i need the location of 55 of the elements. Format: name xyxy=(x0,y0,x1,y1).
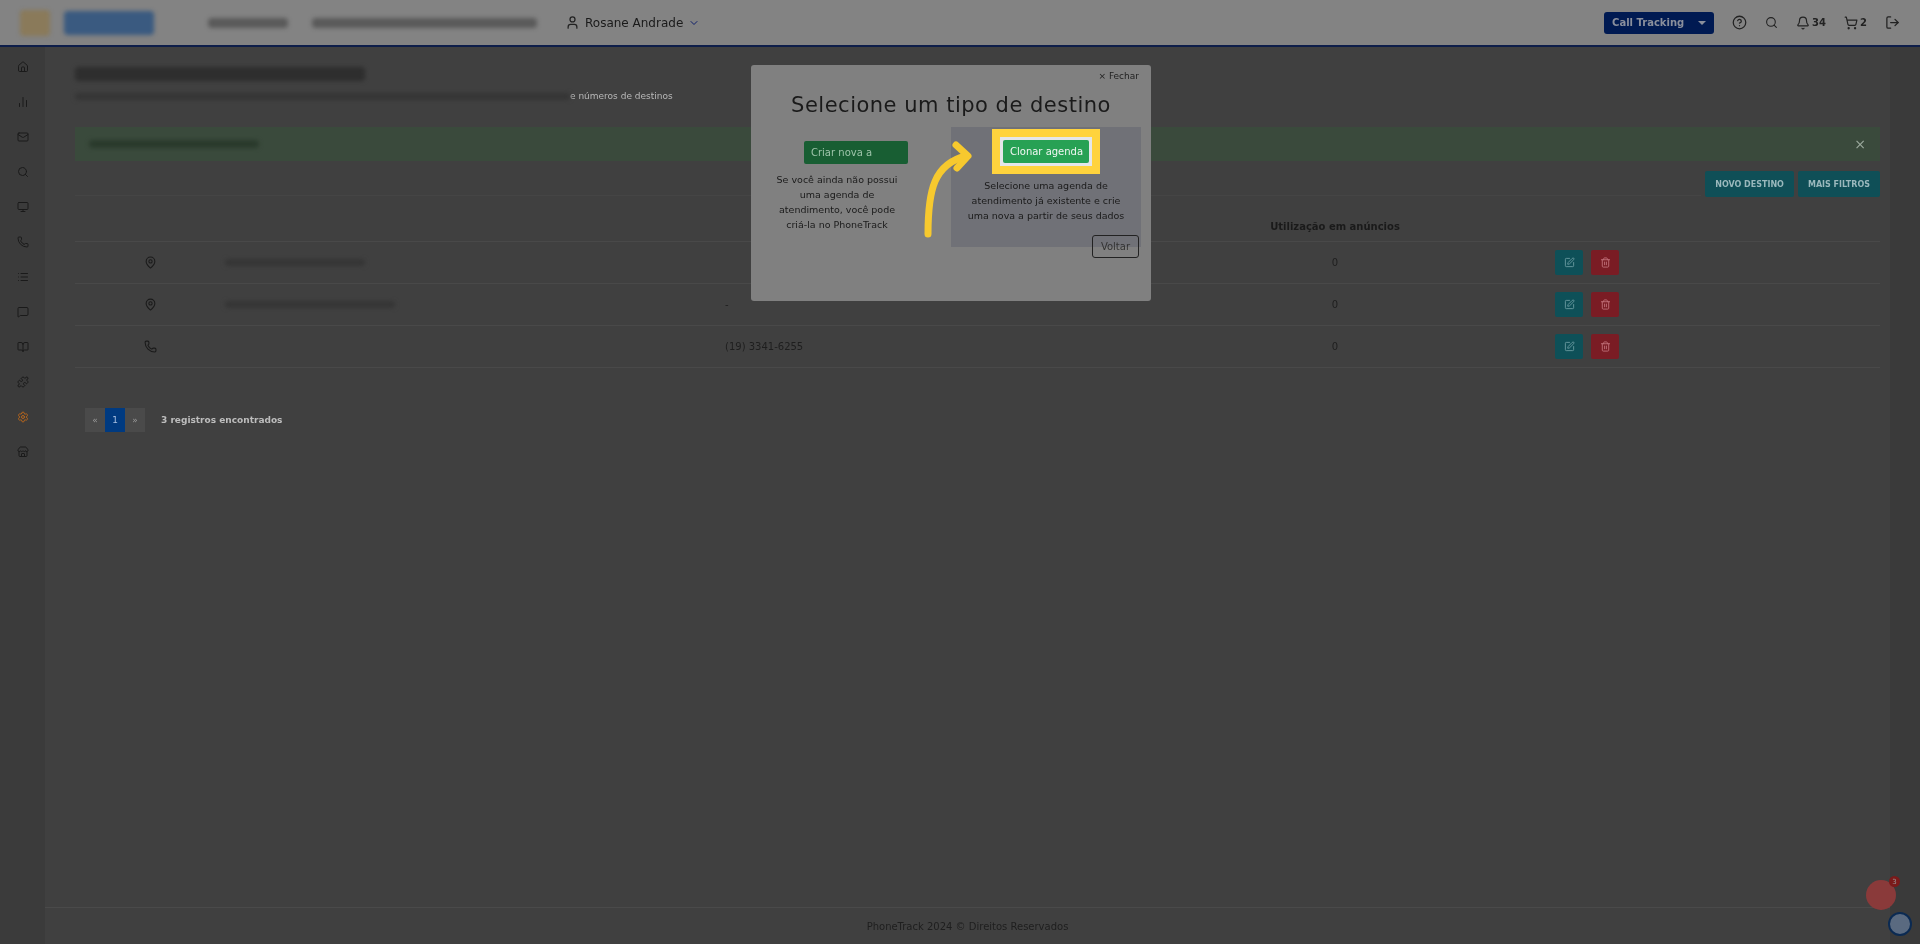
monitor-icon[interactable] xyxy=(16,201,29,213)
bell-icon[interactable] xyxy=(1796,15,1811,30)
trash-icon xyxy=(1599,341,1611,352)
puzzle-icon[interactable] xyxy=(16,376,29,388)
phone-icon xyxy=(143,340,157,353)
next-page-button[interactable]: » xyxy=(125,408,145,432)
mail-icon[interactable] xyxy=(16,131,29,143)
book-icon[interactable] xyxy=(16,341,29,353)
map-pin-icon xyxy=(143,298,157,311)
map-pin-icon xyxy=(143,256,157,269)
edit-icon xyxy=(1563,257,1575,268)
close-icon[interactable]: × xyxy=(1854,136,1866,152)
trash-icon xyxy=(1599,299,1611,310)
help-icon[interactable] xyxy=(1732,15,1748,30)
clone-agenda-button[interactable]: Clonar agenda xyxy=(1003,140,1089,163)
delete-button[interactable] xyxy=(1591,334,1619,359)
phone-icon[interactable] xyxy=(16,236,29,248)
delete-button[interactable] xyxy=(1591,250,1619,275)
create-agenda-button[interactable]: Criar nova a xyxy=(804,141,908,164)
logout-icon[interactable] xyxy=(1885,15,1900,30)
search-icon[interactable] xyxy=(1765,16,1779,29)
cart-count: 2 xyxy=(1860,17,1867,28)
option-description: Se você ainda não possui uma agenda de atendimento, você pode criá-la no PhoneTrack xyxy=(775,173,899,232)
page-subtitle: e números de destinos xyxy=(570,91,673,101)
back-button[interactable]: Voltar xyxy=(1091,235,1139,258)
records-count: 3 registros encontrados xyxy=(161,415,283,425)
previous-page-button[interactable]: « xyxy=(85,408,105,432)
delete-button[interactable] xyxy=(1591,292,1619,317)
home-icon[interactable] xyxy=(16,61,29,73)
trash-icon xyxy=(1599,257,1611,268)
edit-icon xyxy=(1563,299,1575,310)
edit-button[interactable] xyxy=(1555,292,1583,317)
new-destination-button[interactable]: NOVO DESTINO xyxy=(1705,171,1794,197)
page-button[interactable]: 1 xyxy=(105,408,125,432)
user-menu[interactable]: Rosane Andrade xyxy=(565,15,701,30)
edit-button[interactable] xyxy=(1555,250,1583,275)
modal-title: Selecione um tipo de destino xyxy=(790,93,1112,117)
product-select[interactable]: Call Tracking xyxy=(1604,11,1715,34)
settings-icon[interactable] xyxy=(16,411,29,423)
more-filters-button[interactable]: MAIS FILTROS xyxy=(1797,171,1880,197)
select-value: Call Tracking xyxy=(1612,17,1685,28)
notification-count: 34 xyxy=(1812,17,1827,28)
user-icon xyxy=(565,15,580,30)
user-name: Rosane Andrade xyxy=(585,15,684,30)
store-icon[interactable] xyxy=(16,446,29,458)
close-button[interactable]: × Fechar xyxy=(1098,71,1139,81)
edit-icon xyxy=(1563,341,1575,352)
caret-icon xyxy=(1698,20,1707,25)
edit-button[interactable] xyxy=(1555,334,1583,359)
cart-icon[interactable] xyxy=(1844,15,1859,30)
phone-cell: - xyxy=(725,299,729,310)
chart-icon[interactable] xyxy=(16,96,29,108)
option-description: Selecione uma agenda de atendimento já existente e crie uma nova a partir de seus dados xyxy=(966,179,1126,223)
list-icon[interactable] xyxy=(16,271,29,283)
chat-icon[interactable] xyxy=(16,306,29,318)
